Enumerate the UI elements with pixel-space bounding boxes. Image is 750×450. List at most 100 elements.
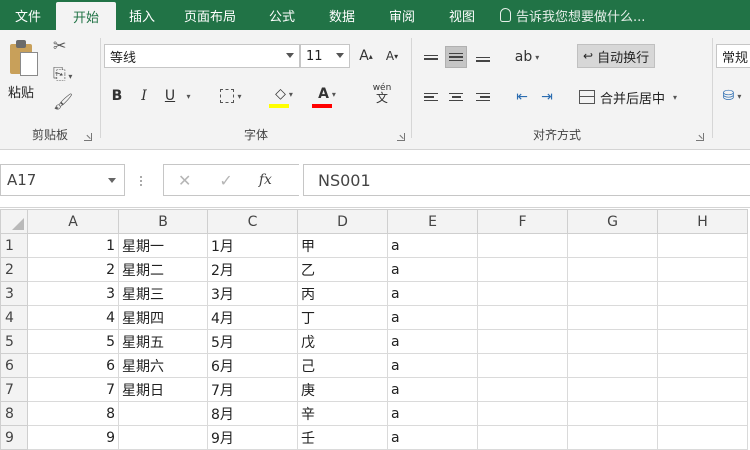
cell-d9[interactable]: 壬 xyxy=(297,425,388,450)
merge-center-button[interactable]: 合并后居中 ▾ xyxy=(575,85,681,109)
cell-a6[interactable]: 6 xyxy=(27,353,119,378)
column-header-a[interactable]: A xyxy=(27,209,119,234)
phonetic-guide-icon[interactable]: wén 文 xyxy=(363,82,401,104)
font-size-select[interactable]: 11 xyxy=(300,44,350,68)
borders-icon[interactable]: ▾ xyxy=(214,85,248,107)
cell-d8[interactable]: 辛 xyxy=(297,401,388,426)
column-header-e[interactable]: E xyxy=(387,209,478,234)
row-header[interactable]: 6 xyxy=(0,353,28,378)
cell-g2[interactable] xyxy=(567,257,658,282)
cell-h1[interactable] xyxy=(657,233,748,258)
cell-h4[interactable] xyxy=(657,305,748,330)
column-header-d[interactable]: D xyxy=(297,209,388,234)
format-painter-icon[interactable]: 🖌 xyxy=(53,94,73,110)
bold-button[interactable]: B xyxy=(106,85,128,107)
cell-c1[interactable]: 1月 xyxy=(207,233,298,258)
cell-c2[interactable]: 2月 xyxy=(207,257,298,282)
cell-c6[interactable]: 6月 xyxy=(207,353,298,378)
decrease-indent-icon[interactable]: ⇤ xyxy=(511,86,533,108)
cell-c4[interactable]: 4月 xyxy=(207,305,298,330)
align-center-icon[interactable] xyxy=(445,86,467,108)
row-header[interactable]: 3 xyxy=(0,281,28,306)
cell-e4[interactable]: a xyxy=(387,305,478,330)
cell-e1[interactable]: a xyxy=(387,233,478,258)
tab-review[interactable]: 审阅 xyxy=(372,0,432,30)
cell-g1[interactable] xyxy=(567,233,658,258)
clipboard-launcher-icon[interactable] xyxy=(84,133,92,141)
font-launcher-icon[interactable] xyxy=(397,133,405,141)
underline-dropdown[interactable]: ▾ xyxy=(181,85,193,107)
cell-e3[interactable]: a xyxy=(387,281,478,306)
cell-b6[interactable]: 星期六 xyxy=(118,353,208,378)
cell-f4[interactable] xyxy=(477,305,568,330)
font-color-icon[interactable]: A ▾ xyxy=(309,83,345,105)
cell-e5[interactable]: a xyxy=(387,329,478,354)
insert-function-icon[interactable]: fx xyxy=(259,172,272,188)
column-header-b[interactable]: B xyxy=(118,209,208,234)
cell-g6[interactable] xyxy=(567,353,658,378)
cell-b1[interactable]: 星期一 xyxy=(118,233,208,258)
cancel-icon[interactable]: ✕ xyxy=(178,171,191,190)
alignment-launcher-icon[interactable] xyxy=(696,133,704,141)
cell-e2[interactable]: a xyxy=(387,257,478,282)
orientation-icon[interactable]: ab ▾ xyxy=(510,46,544,68)
tab-data[interactable]: 数据 xyxy=(312,0,372,30)
cell-b5[interactable]: 星期五 xyxy=(118,329,208,354)
top-align-icon[interactable] xyxy=(420,46,442,68)
increase-indent-icon[interactable]: ⇥ xyxy=(536,86,558,108)
italic-button[interactable]: I xyxy=(133,85,155,107)
select-all-button[interactable] xyxy=(0,209,28,234)
cell-d1[interactable]: 甲 xyxy=(297,233,388,258)
cell-b3[interactable]: 星期三 xyxy=(118,281,208,306)
cell-g5[interactable] xyxy=(567,329,658,354)
increase-font-icon[interactable]: A ▴ xyxy=(355,45,377,67)
cell-h3[interactable] xyxy=(657,281,748,306)
underline-button[interactable]: U xyxy=(159,85,181,107)
tab-view[interactable]: 视图 xyxy=(432,0,492,30)
cell-a8[interactable]: 8 xyxy=(27,401,119,426)
cell-b2[interactable]: 星期二 xyxy=(118,257,208,282)
cell-b9[interactable] xyxy=(118,425,208,450)
cell-f6[interactable] xyxy=(477,353,568,378)
font-name-select[interactable]: 等线 xyxy=(104,44,300,68)
formula-input[interactable]: NS001 xyxy=(303,164,750,196)
cell-a9[interactable]: 9 xyxy=(27,425,119,450)
cell-c8[interactable]: 8月 xyxy=(207,401,298,426)
column-header-h[interactable]: H xyxy=(657,209,748,234)
column-header-c[interactable]: C xyxy=(207,209,298,234)
cell-c9[interactable]: 9月 xyxy=(207,425,298,450)
row-header[interactable]: 1 xyxy=(0,233,28,258)
cell-a3[interactable]: 3 xyxy=(27,281,119,306)
cell-h8[interactable] xyxy=(657,401,748,426)
tab-home[interactable]: 开始 xyxy=(56,2,116,30)
row-header[interactable]: 5 xyxy=(0,329,28,354)
cell-f7[interactable] xyxy=(477,377,568,402)
cell-h5[interactable] xyxy=(657,329,748,354)
cell-a5[interactable]: 5 xyxy=(27,329,119,354)
row-header[interactable]: 8 xyxy=(0,401,28,426)
cell-d7[interactable]: 庚 xyxy=(297,377,388,402)
cell-d5[interactable]: 戊 xyxy=(297,329,388,354)
cell-d6[interactable]: 己 xyxy=(297,353,388,378)
middle-align-icon[interactable] xyxy=(445,46,467,68)
cell-g7[interactable] xyxy=(567,377,658,402)
column-header-g[interactable]: G xyxy=(567,209,658,234)
cell-b7[interactable]: 星期日 xyxy=(118,377,208,402)
cell-h9[interactable] xyxy=(657,425,748,450)
cell-d3[interactable]: 丙 xyxy=(297,281,388,306)
cell-h2[interactable] xyxy=(657,257,748,282)
fill-color-icon[interactable]: ◇ ▾ xyxy=(266,83,302,105)
cell-f1[interactable] xyxy=(477,233,568,258)
cut-icon[interactable]: ✂ xyxy=(53,38,66,54)
cell-c5[interactable]: 5月 xyxy=(207,329,298,354)
cell-a7[interactable]: 7 xyxy=(27,377,119,402)
tab-page-layout[interactable]: 页面布局 xyxy=(168,0,252,30)
cell-g9[interactable] xyxy=(567,425,658,450)
cell-f3[interactable] xyxy=(477,281,568,306)
tab-formulas[interactable]: 公式 xyxy=(252,0,312,30)
resize-handle-icon[interactable] xyxy=(140,176,143,186)
cell-f8[interactable] xyxy=(477,401,568,426)
cell-f9[interactable] xyxy=(477,425,568,450)
cell-f5[interactable] xyxy=(477,329,568,354)
row-header[interactable]: 2 xyxy=(0,257,28,282)
